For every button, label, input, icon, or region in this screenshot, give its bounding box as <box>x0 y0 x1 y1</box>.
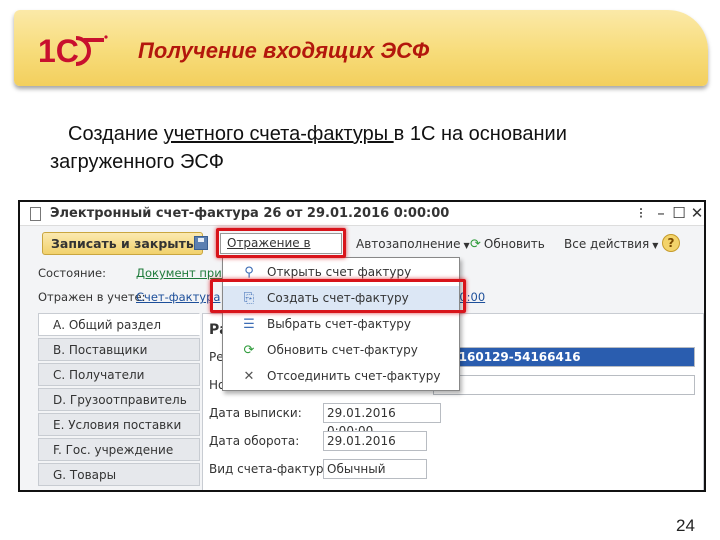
subtitle-underlined-term: учетного счета-фактуры <box>163 123 394 145</box>
reflect-dropdown-menu: ⚲ Открыть счет фактуру ⎘ Создать счет-фа… <box>222 257 460 391</box>
issue-date-field[interactable]: 29.01.2016 0:00:00 <box>323 403 441 438</box>
tab-general[interactable]: А. Общий раздел <box>38 313 200 336</box>
autofill-menu[interactable]: Автозаполнение ▼ <box>356 237 470 251</box>
save-and-close-button[interactable]: Записать и закрыть <box>42 232 203 255</box>
close-window-icon[interactable]: ✕ <box>688 204 704 222</box>
minimize-icon[interactable]: – <box>652 204 670 222</box>
close-icon: ✕ <box>243 369 255 384</box>
select-document-icon: ☰ <box>243 317 255 332</box>
slide-subtitle: Создание учетного счета-фактуры в 1С на … <box>50 120 700 176</box>
state-value-link[interactable]: Документ прин <box>136 266 229 280</box>
refresh-icon: ⟳ <box>243 343 255 358</box>
tab-delivery-terms[interactable]: E. Условия поставки <box>38 413 200 436</box>
save-disk-icon[interactable] <box>194 236 208 250</box>
all-actions-label: Все действия <box>564 237 650 251</box>
autofill-label: Автозаполнение <box>356 237 461 251</box>
reflected-label: Отражен в учете: <box>38 290 146 304</box>
maximize-icon[interactable]: ☐ <box>670 204 688 222</box>
document-icon <box>30 207 41 221</box>
menu-item-label: Обновить счет-фактуру <box>267 343 418 357</box>
help-icon[interactable]: ? <box>662 234 680 252</box>
status-row: Состояние: <box>38 266 106 280</box>
tab-goods[interactable]: G. Товары <box>38 463 200 486</box>
registration-number-field[interactable]: -20160129-54166416 <box>433 347 695 367</box>
reflect-button-highlight <box>216 228 346 258</box>
menu-item-update-invoice[interactable]: ⟳ Обновить счет-фактуру <box>223 338 459 363</box>
number-field[interactable] <box>433 375 695 395</box>
invoice-type-label: Вид счета-фактуры: <box>209 462 337 476</box>
all-actions-menu[interactable]: Все действия ▼ <box>564 237 658 251</box>
reflected-value[interactable]: Счет-фактура <box>136 290 220 304</box>
section-tabs: А. Общий раздел B. Поставщики C. Получат… <box>38 313 200 488</box>
menu-item-detach-invoice[interactable]: ✕ Отсоединить счет-фактуру <box>223 364 459 389</box>
chevron-down-icon: ▼ <box>463 241 470 250</box>
1c-logo-icon: 1С <box>38 33 108 69</box>
slide-header: 1С Получение входящих ЭСФ <box>14 10 708 86</box>
subtitle-text-end: в 1С на основании <box>393 123 567 145</box>
toolbar: Записать и закрыть Отражение в учете▼ Ав… <box>20 228 704 269</box>
issue-date-label: Дата выписки: <box>209 406 302 420</box>
menu-item-select-invoice[interactable]: ☰ Выбрать счет-фактуру <box>223 312 459 337</box>
subtitle-text-start: Создание <box>68 123 164 145</box>
refresh-label: Обновить <box>483 237 545 251</box>
tab-suppliers[interactable]: B. Поставщики <box>38 338 200 361</box>
menu-item-label: Выбрать счет-фактуру <box>267 317 412 331</box>
tab-government-agency[interactable]: F. Гос. учреждение <box>38 438 200 461</box>
menu-item-label: Отсоединить счет-фактуру <box>267 369 441 383</box>
document-window: Электронный счет-фактура 26 от 29.01.201… <box>18 200 706 492</box>
window-titlebar: Электронный счет-фактура 26 от 29.01.201… <box>20 202 704 226</box>
state-value[interactable]: Документ прин <box>136 266 229 280</box>
reflected-link[interactable]: Счет-фактура <box>136 290 220 304</box>
window-title: Электронный счет-фактура 26 от 29.01.201… <box>50 206 450 221</box>
chevron-down-icon: ▼ <box>652 241 659 250</box>
menu-dots-icon[interactable]: ⁝ <box>632 204 650 222</box>
tab-consignor[interactable]: D. Грузоотправитель <box>38 388 200 411</box>
svg-text:1С: 1С <box>38 33 79 69</box>
turnover-date-label: Дата оборота: <box>209 434 300 448</box>
create-invoice-highlight <box>210 279 466 313</box>
state-label: Состояние: <box>38 266 106 280</box>
refresh-button[interactable]: ⟳ Обновить <box>470 237 545 252</box>
reflected-row: Отражен в учете: <box>38 290 145 304</box>
page-number: 24 <box>676 516 695 535</box>
turnover-date-field[interactable]: 29.01.2016 <box>323 431 427 451</box>
slide-title: Получение входящих ЭСФ <box>138 38 430 63</box>
invoice-type-field[interactable]: Обычный <box>323 459 427 479</box>
subtitle-line-2: загруженного ЭСФ <box>50 151 224 173</box>
tab-recipients[interactable]: C. Получатели <box>38 363 200 386</box>
refresh-icon: ⟳ <box>470 237 481 252</box>
